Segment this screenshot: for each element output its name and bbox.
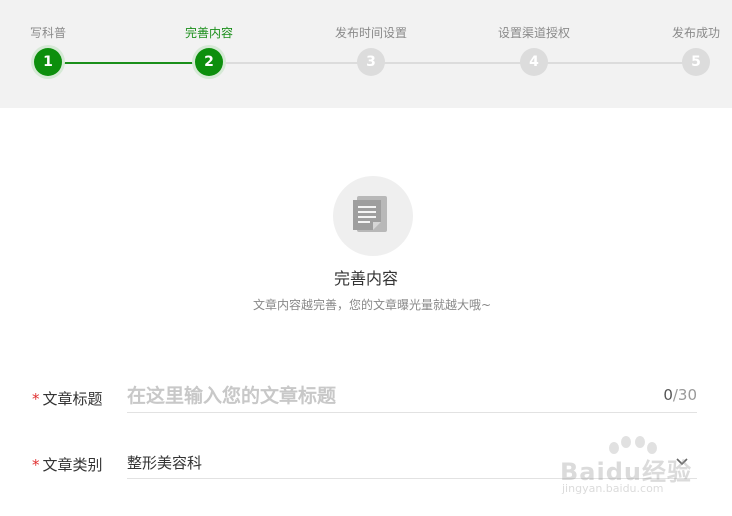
baidu-watermark: Baidu经验 jingyan.baidu.com: [560, 436, 710, 496]
step-label: 发布成功: [671, 26, 720, 40]
step-label: 设置渠道授权: [497, 26, 570, 40]
article-title-input[interactable]: [127, 380, 607, 412]
char-counter: 0/30: [663, 386, 697, 404]
step-label: 写科普: [29, 26, 66, 40]
document-icon: [333, 176, 413, 256]
article-title-label: * 文章标题: [32, 388, 103, 409]
label-text: 文章标题: [42, 390, 103, 408]
step-number: 5: [682, 48, 710, 76]
article-title-row: *文章标题 0/30: [0, 380, 732, 414]
step-number: 1: [34, 48, 62, 76]
step-number: 4: [520, 48, 548, 76]
section-subtitle: 文章内容越完善，您的文章曝光量就越大哦~: [252, 298, 492, 312]
article-category-label: * 文章类别: [32, 454, 103, 475]
step-connector: [209, 62, 696, 64]
label-text: 文章类别: [42, 456, 103, 474]
char-max: /30: [672, 386, 697, 404]
article-title-field: 0/30: [127, 380, 697, 413]
category-value: 整形美容科: [127, 454, 203, 472]
required-mark: *: [32, 390, 40, 408]
section-title: 完善内容: [333, 269, 398, 288]
required-mark: *: [32, 456, 40, 474]
char-count: 0: [663, 386, 673, 404]
progress-stepper: 写科普 1 完善内容 2 发布时间设置 3 设置渠道授权 4 发布成功 5: [0, 0, 732, 108]
step-number: 2: [195, 48, 223, 76]
step-label: 发布时间设置: [334, 26, 407, 40]
step-connector-done: [48, 62, 209, 64]
step-number: 3: [357, 48, 385, 76]
step-label: 完善内容: [184, 26, 233, 40]
watermark-url: jingyan.baidu.com: [562, 482, 664, 495]
